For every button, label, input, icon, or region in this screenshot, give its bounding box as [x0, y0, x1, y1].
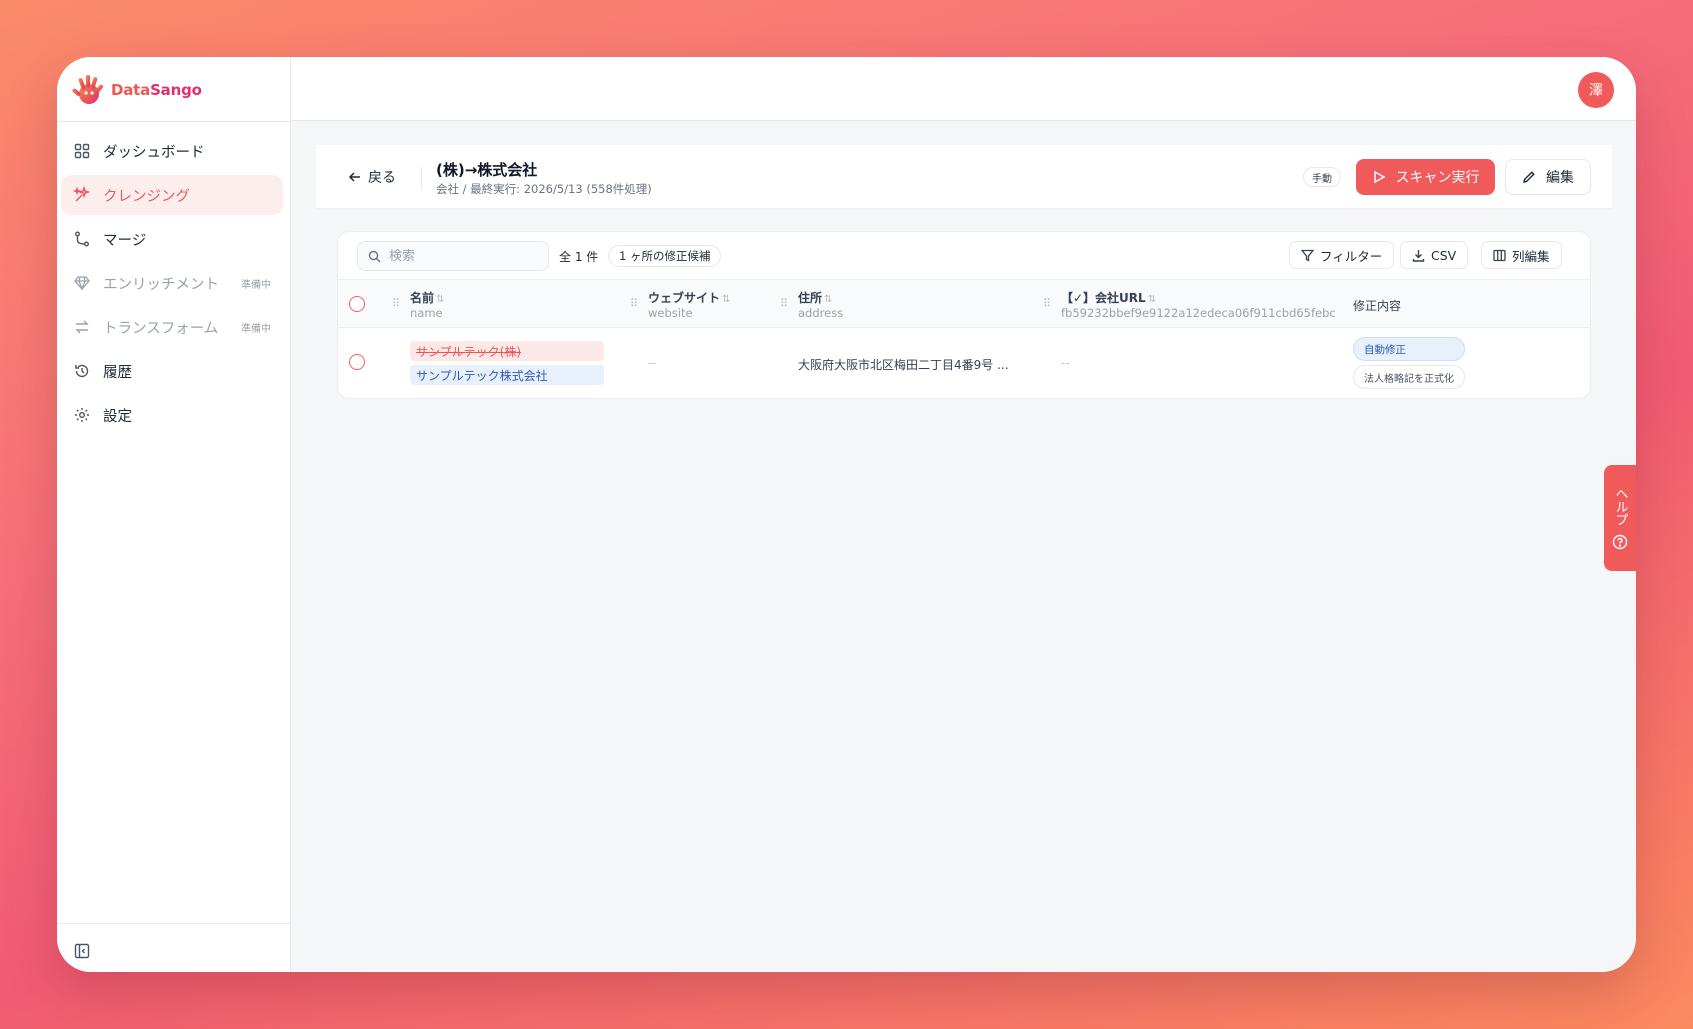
help-circle-icon [1612, 534, 1628, 549]
drag-handle-icon[interactable]: ⠿ [630, 297, 638, 310]
column-header-address[interactable]: 住所 ⇅ [798, 289, 832, 306]
avatar[interactable]: 澤 [1578, 72, 1614, 108]
hand-logo-icon [72, 75, 103, 104]
sidebar-item-label: クレンジング [103, 188, 190, 205]
sidebar-nav: ダッシュボード クレンジング マージ エンリッチメント 準備中 トランスフォーム… [61, 131, 283, 439]
play-icon [1373, 170, 1386, 184]
run-scan-button[interactable]: スキャン実行 [1356, 159, 1495, 195]
diamond-icon [73, 274, 91, 292]
row-checkbox[interactable] [349, 354, 365, 370]
drag-handle-icon[interactable]: ⠿ [780, 297, 788, 310]
column-header-website[interactable]: ウェブサイト ⇅ [648, 289, 730, 306]
candidates-badge: 1 ヶ所の修正候補 [608, 245, 722, 267]
address-cell: 大阪府大阪市北区梅田二丁目4番9号 ... [798, 358, 1009, 372]
filter-icon [1301, 249, 1314, 262]
sidebar-item-label: エンリッチメント [103, 276, 219, 293]
mode-badge: 手動 [1303, 167, 1341, 187]
column-key-name: name [410, 306, 443, 320]
fix-reason-tag: 法人格略記を正式化 [1353, 365, 1465, 389]
page-title: (株)→株式会社 [436, 161, 538, 179]
sidebar-item-transform: トランスフォーム 準備中 [61, 307, 283, 347]
column-key-website: website [648, 306, 693, 320]
sidebar-item-settings[interactable]: 設定 [61, 395, 283, 435]
sidebar-item-label: トランスフォーム [103, 320, 219, 337]
sidebar-item-cleansing[interactable]: クレンジング [61, 175, 283, 215]
coming-soon-badge: 準備中 [241, 323, 271, 335]
sidebar-item-dashboard[interactable]: ダッシュボード [61, 131, 283, 171]
app-window: DataSango ダッシュボード クレンジング マージ エンリッチメント 準備… [57, 57, 1636, 972]
sidebar: DataSango ダッシュボード クレンジング マージ エンリッチメント 準備… [57, 57, 291, 972]
help-tab[interactable]: ヘルプ [1604, 465, 1636, 571]
csv-label: CSV [1431, 247, 1457, 263]
coming-soon-badge: 準備中 [241, 279, 271, 291]
results-card: 全 1 件 1 ヶ所の修正候補 フィルター CSV 列編集 ⠿ 名前⇅ name… [337, 231, 1591, 399]
columns-icon [1493, 249, 1506, 261]
auto-fix-tag: 自動修正 [1353, 337, 1465, 361]
filter-button[interactable]: フィルター [1289, 241, 1395, 269]
download-icon [1412, 249, 1425, 262]
top-bar: 澤 [291, 57, 1636, 121]
sort-icon: ⇅ [722, 294, 731, 305]
arrows-icon [73, 318, 91, 336]
help-label: ヘルプ [1612, 486, 1628, 526]
company-url-cell: -- [1061, 356, 1070, 370]
select-all-checkbox[interactable] [349, 296, 365, 312]
search-box[interactable] [357, 241, 549, 271]
divider [57, 923, 291, 924]
page-subtitle: 会社 / 最終実行: 2026/5/13 (558件処理) [436, 182, 652, 196]
sidebar-item-label: 履歴 [103, 364, 132, 381]
drag-handle-icon[interactable]: ⠿ [392, 297, 400, 310]
search-icon [368, 250, 381, 262]
merge-icon [73, 230, 91, 248]
back-button[interactable]: 戻る [348, 167, 396, 187]
column-header-company-url[interactable]: 【✓】会社URL ⇅ [1061, 289, 1156, 306]
drag-handle-icon[interactable]: ⠿ [1043, 297, 1051, 310]
collapse-sidebar-button[interactable] [71, 940, 93, 962]
column-header-name[interactable]: 名前 ⇅ [410, 289, 444, 306]
sidebar-item-label: マージ [103, 232, 147, 249]
edit-button[interactable]: 編集 [1505, 159, 1591, 195]
table-toolbar: 全 1 件 1 ヶ所の修正候補 フィルター CSV 列編集 [338, 232, 1590, 280]
sort-icon: ⇅ [824, 294, 833, 305]
record-count: 全 1 件 [559, 250, 599, 264]
divider [421, 167, 422, 189]
edit-label: 編集 [1546, 170, 1574, 186]
sidebar-item-label: ダッシュボード [103, 144, 205, 161]
column-edit-button[interactable]: 列編集 [1481, 241, 1562, 269]
brand-logo[interactable]: DataSango [71, 71, 202, 109]
csv-download-button[interactable]: CSV [1400, 241, 1469, 269]
gear-icon [73, 406, 91, 424]
sparkle-icon [73, 186, 91, 204]
sidebar-item-label: 設定 [103, 408, 132, 425]
column-key-address: address [798, 306, 844, 320]
filter-label: フィルター [1320, 248, 1383, 264]
sidebar-item-history[interactable]: 履歴 [61, 351, 283, 391]
page-header: 戻る (株)→株式会社 会社 / 最終実行: 2026/5/13 (558件処理… [316, 145, 1612, 209]
name-old-value: サンプルテック(株) [410, 341, 604, 361]
pencil-icon [1523, 171, 1535, 183]
column-key-company-url: fb59232bbef9e9122a12edeca06f911cbd65febc [1061, 306, 1336, 320]
column-edit-label: 列編集 [1512, 248, 1550, 264]
grid-icon [73, 142, 91, 160]
sidebar-collapse-icon [74, 943, 90, 959]
search-input[interactable] [389, 248, 529, 264]
table-row[interactable]: サンプルテック(株) サンプルテック株式会社 -- 大阪府大阪市北区梅田二丁目4… [338, 328, 1590, 398]
brand-name: DataSango [111, 81, 202, 99]
name-new-value: サンプルテック株式会社 [410, 365, 604, 385]
sidebar-item-enrichment: エンリッチメント 準備中 [61, 263, 283, 303]
divider [57, 121, 291, 122]
table-header: ⠿ 名前 ⇅ name ⠿ ウェブサイト ⇅ website ⠿ 住所 ⇅ addre… [338, 280, 1590, 328]
sort-icon: ⇅ [436, 294, 445, 305]
run-scan-label: スキャン実行 [1395, 170, 1480, 186]
website-cell: -- [648, 356, 657, 370]
sort-icon: ⇅ [1147, 294, 1157, 305]
arrow-left-icon [348, 172, 360, 182]
back-label: 戻る [368, 170, 396, 186]
history-icon [73, 362, 91, 380]
column-header-fix: 修正内容 [1353, 299, 1402, 313]
sidebar-item-merge[interactable]: マージ [61, 219, 283, 259]
